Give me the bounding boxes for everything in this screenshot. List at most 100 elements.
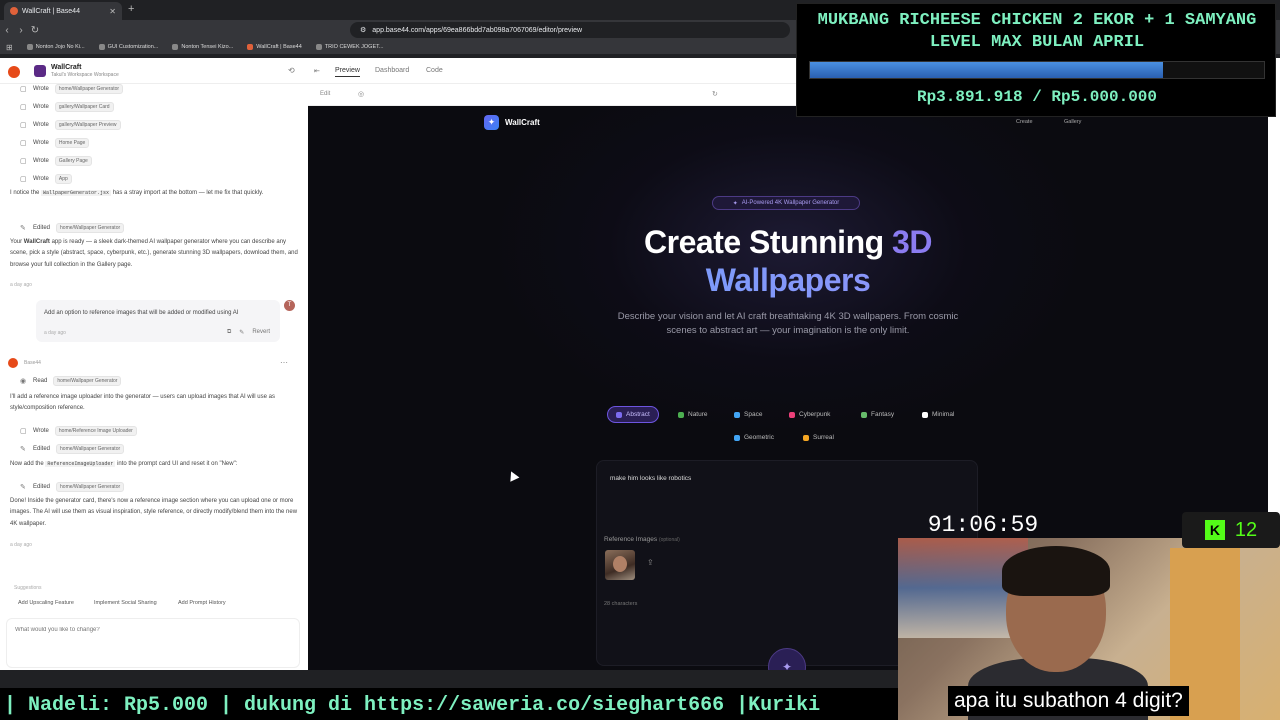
action-row: ◉ Read home/Wallpaper Generator [20,376,122,386]
suggestion-chip[interactable]: Add Prompt History [178,600,226,606]
edit-button[interactable]: Edit [320,91,330,97]
streamer-hair [1002,546,1110,596]
copy-icon[interactable]: ⧉ [227,329,231,336]
bookmark-item[interactable]: TRIO CEWEK JOGET... [315,44,383,50]
style-minimal[interactable]: Minimal [914,406,962,423]
file-icon: ▢ [20,121,27,129]
square-icon [922,411,928,418]
bookmark-item[interactable]: Nonton Jojo No Ki... [26,44,85,50]
user-avatar: T [284,300,295,311]
hero-title-line2: Wallpapers [308,262,1268,299]
forward-icon[interactable]: › [14,25,28,36]
style-surreal[interactable]: Surreal [795,429,842,446]
new-tab-icon[interactable]: + [128,3,134,15]
nav-create[interactable]: Create [1016,119,1033,125]
collapse-icon[interactable]: ⇤ [314,67,320,75]
file-chip[interactable]: App [54,174,72,184]
assistant-message: Your WallCraft app is ready — a sleek da… [10,239,298,268]
more-options-icon[interactable]: ⋯ [280,358,288,367]
prompt-input[interactable]: make him looks like robotics [610,475,691,482]
nav-gallery[interactable]: Gallery [1064,119,1081,125]
site-info-icon[interactable]: ⚙ [360,26,366,34]
target-icon[interactable]: ◎ [358,90,364,98]
assistant-message: Now add the ReferenceImageUploader into … [10,461,238,467]
close-tab-icon[interactable]: ✕ [109,7,116,16]
file-chip[interactable]: gallery/Wallpaper Card [54,102,114,112]
reference-images-label: Reference Images (optional) [604,536,680,543]
refresh-icon[interactable]: ↻ [712,90,718,98]
file-chip[interactable]: gallery/Wallpaper Preview [54,120,121,130]
file-chip[interactable]: home/Reference Image Uploader [54,426,137,436]
action-row: ▢ Wrote gallery/Wallpaper Card [20,102,114,112]
donation-title: MUKBANG RICHEESE CHICKEN 2 EKOR + 1 SAMY… [817,11,1257,53]
suggestion-chip[interactable]: Implement Social Sharing [94,600,157,606]
tab-dashboard[interactable]: Dashboard [375,67,409,74]
reference-thumbnail[interactable] [605,550,635,580]
edit-icon: ✎ [20,224,26,232]
apps-grid-icon[interactable]: ⊞ [6,43,13,52]
assistant-message: I'll add a reference image uploader into… [10,394,275,412]
action-row: ▢ Wrote home/Reference Image Uploader [20,426,137,436]
bookmark-icon [98,44,105,50]
file-chip[interactable]: Gallery Page [54,156,92,166]
url-text: app.base44.com/apps/69ea866bdd7ab098a706… [372,26,583,34]
base44-favicon-icon [10,7,18,15]
diamond-icon [734,434,740,441]
app-icon [34,65,46,77]
brand-name[interactable]: WallCraft [505,118,540,127]
action-row: ▢ Wrote App [20,174,72,184]
bookmark-icon [172,44,179,50]
action-row: ▢ Wrote Gallery Page [20,156,92,166]
chat-input[interactable] [7,619,299,641]
style-abstract[interactable]: Abstract [607,406,659,423]
file-icon: ▢ [20,157,27,165]
file-chip[interactable]: Home Page [54,138,90,148]
file-chip[interactable]: home/Wallpaper Generator [54,84,124,94]
file-chip[interactable]: home/Wallpaper Generator [56,482,125,492]
file-chip[interactable]: home/Wallpaper Generator [56,223,125,233]
message-actions: ⧉ ✎ Revert [227,329,270,336]
suggestion-chip[interactable]: Add Upscaling Feature [18,600,74,606]
edit-icon[interactable]: ✎ [239,329,244,336]
viewer-count: 12 [1234,518,1258,541]
style-fantasy[interactable]: Fantasy [853,406,902,423]
bookmark-item[interactable]: Nonton Tensei Kizo... [172,44,233,50]
bookmark-item[interactable]: WallCraft | Base44 [247,44,302,50]
tab-code[interactable]: Code [426,67,443,74]
upload-icon[interactable]: ⇪ [647,558,654,567]
history-icon[interactable]: ⟲ [288,66,295,75]
leaf-icon [678,411,684,418]
action-row: ✎ Edited home/Wallpaper Generator [20,482,125,492]
browser-tab[interactable]: WallCraft | Base44 ✕ [4,2,122,20]
file-chip[interactable]: home/Wallpaper Generator [53,376,122,386]
base44-logo-icon[interactable] [8,66,20,78]
back-icon[interactable]: ‹ [0,25,14,36]
hero-pill: ✦ AI-Powered 4K Wallpaper Generator [712,196,860,210]
style-nature[interactable]: Nature [670,406,716,423]
style-geometric[interactable]: Geometric [726,429,782,446]
style-cyberpunk[interactable]: Cyberpunk [781,406,838,423]
tab-preview[interactable]: Preview [335,67,360,77]
style-space[interactable]: Space [726,406,770,423]
timestamp: a day ago [44,330,66,336]
revert-button[interactable]: Revert [252,329,270,336]
base44-logo-icon [8,358,18,368]
edit-icon: ✎ [20,483,26,491]
action-row: ▢ Wrote gallery/Wallpaper Preview [20,120,121,130]
app-name[interactable]: WallCraft [51,64,81,71]
bookmark-icon [26,44,33,50]
bookmark-item[interactable]: GUI Customization... [98,44,158,50]
assistant-header: Base44 [8,358,41,368]
wand-icon [861,411,867,418]
action-row: ✎ Edited home/Wallpaper Generator [20,223,125,233]
reload-icon[interactable]: ↻ [28,25,42,36]
face-image [613,556,627,572]
donation-ticker: | Nadeli: Rp5.000 | dukung di https://sa… [0,688,898,720]
character-count: 28 characters [604,601,638,607]
address-bar[interactable]: ⚙ app.base44.com/apps/69ea866bdd7ab098a7… [350,22,790,38]
ticker-text: | Nadeli: Rp5.000 | dukung di https://sa… [4,694,821,717]
style-icon [616,411,622,418]
file-chip[interactable]: home/Wallpaper Generator [56,444,125,454]
kick-viewer-counter: K 12 [1182,512,1280,548]
donation-amount: Rp3.891.918 / Rp5.000.000 [916,88,1158,106]
